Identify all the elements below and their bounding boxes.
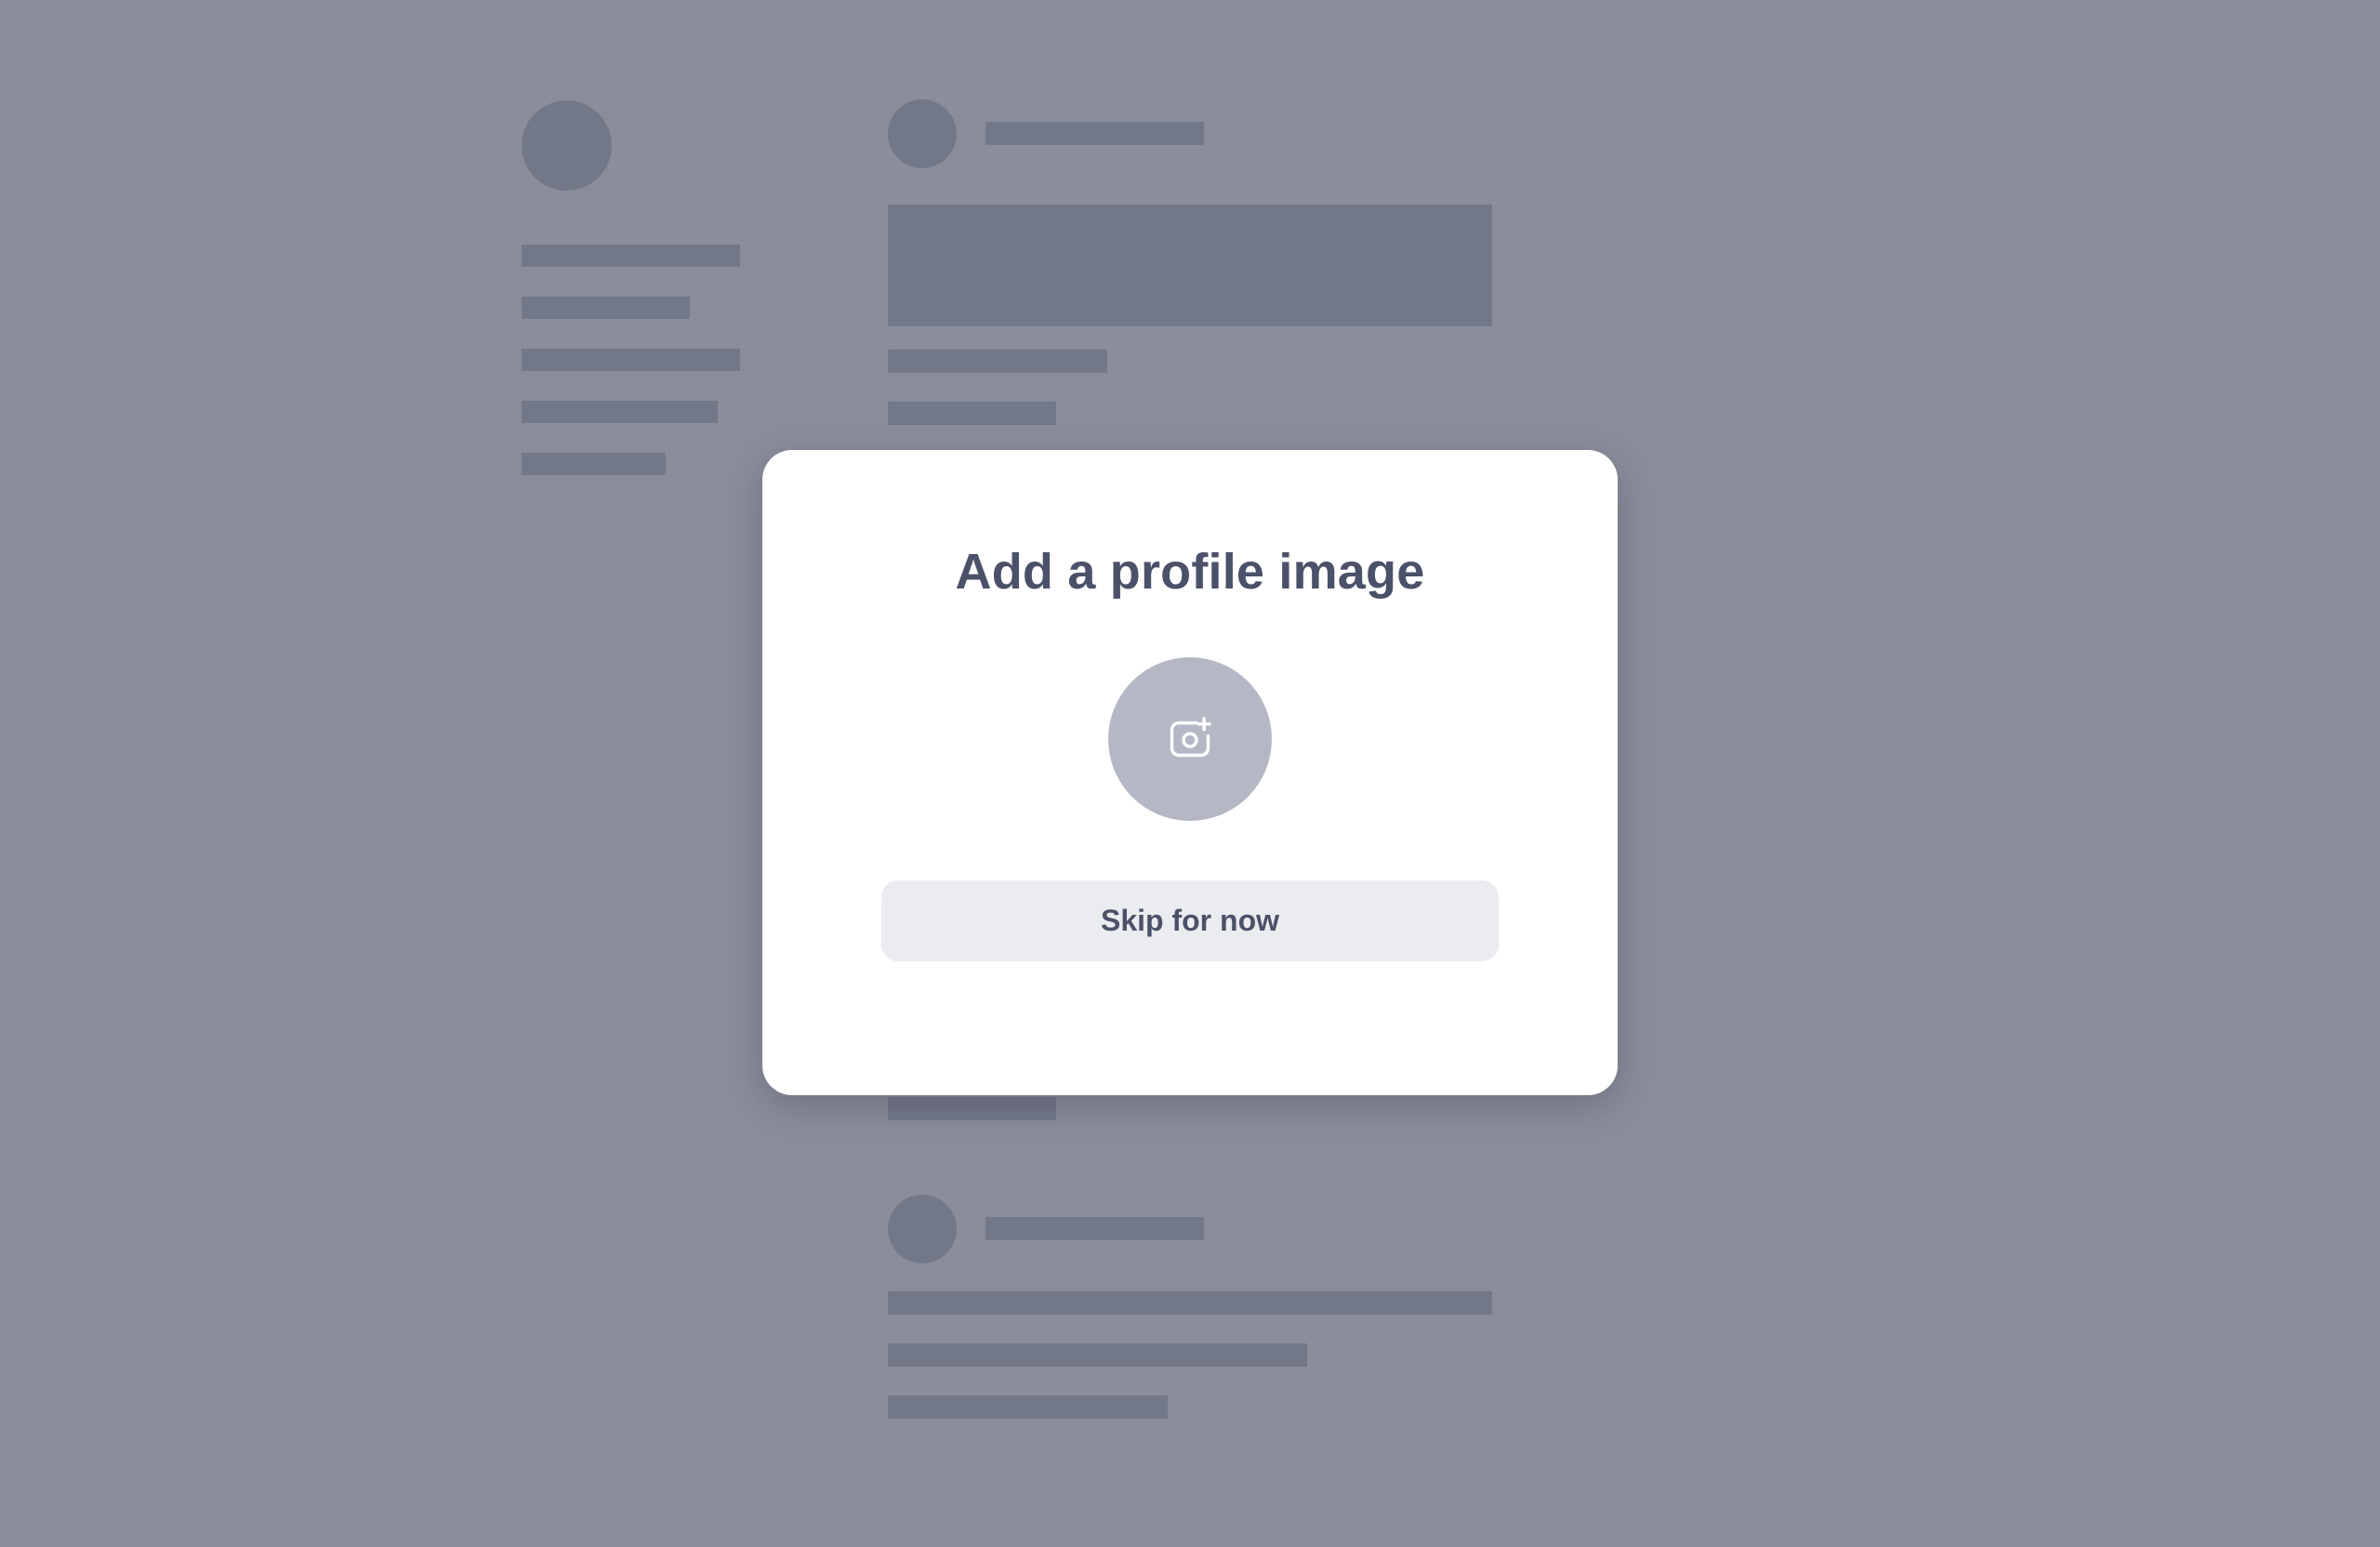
skeleton-profile-line [522,401,718,423]
skeleton-post-avatar [888,1195,957,1263]
skeleton-post-line [888,1291,1492,1315]
profile-image-dialog: Add a profile image Skip for now [762,450,1618,1095]
skeleton-profile-line [522,453,666,475]
skeleton-profile-line [522,349,740,371]
skeleton-post-author-line [985,1217,1204,1240]
skeleton-post-line [888,1395,1168,1419]
skeleton-post-media [888,205,1492,326]
skeleton-post-author-line [985,122,1204,145]
skeleton-post-line [888,1097,1056,1120]
skeleton-post-avatar [888,99,957,168]
skeleton-post-line [888,402,1056,425]
skeleton-post-line [888,350,1107,373]
skeleton-profile-avatar [522,100,612,191]
skip-for-now-button[interactable]: Skip for now [881,880,1499,961]
skeleton-post-line [888,1343,1307,1367]
skeleton-profile-line [522,245,740,267]
dialog-title: Add a profile image [955,544,1425,600]
camera-plus-icon [1170,717,1211,758]
upload-profile-image-button[interactable] [1108,657,1272,821]
skeleton-profile-line [522,297,690,319]
